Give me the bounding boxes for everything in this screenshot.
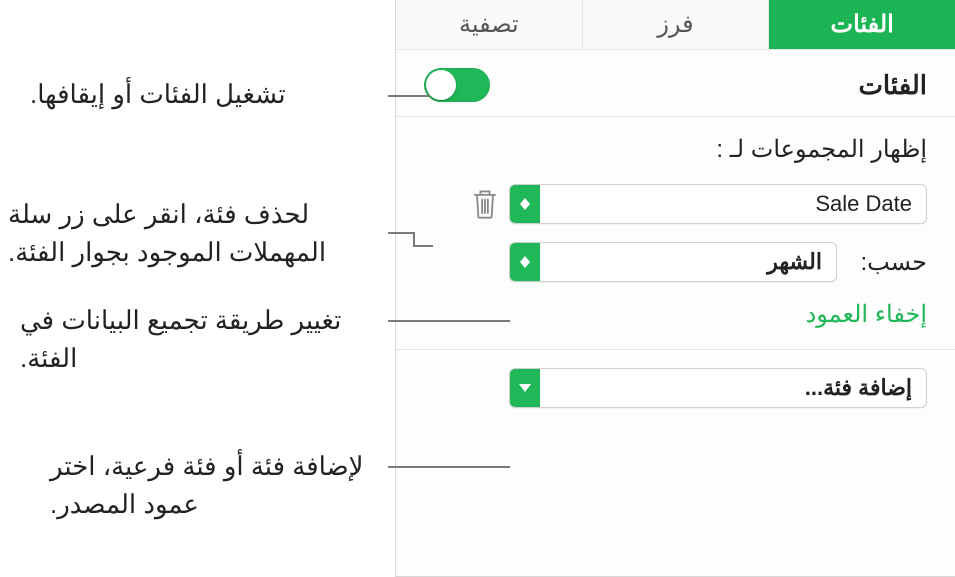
tab-sort[interactable]: فرز (582, 0, 769, 49)
leader-line (413, 232, 415, 245)
categories-header-section: الفئات (396, 50, 955, 117)
callout-add: لإضافة فئة أو فئة فرعية، اختر عمود المصد… (50, 448, 390, 523)
category-source-value: Sale Date (540, 191, 926, 217)
leader-line (388, 95, 430, 97)
add-category-section: إضافة فئة... (396, 350, 955, 422)
inspector-panel: الفئات فرز تصفية الفئات إظهار المجموعات … (395, 0, 955, 577)
callouts: تشغيل الفئات أو إيقافها. لحذف فئة، انقر … (0, 0, 395, 577)
category-source-popup[interactable]: Sale Date (509, 184, 927, 224)
add-category-popup[interactable]: إضافة فئة... (509, 368, 927, 408)
show-groups-label: إظهار المجموعات لـ : (424, 135, 927, 164)
add-category-label: إضافة فئة... (540, 375, 926, 401)
callout-grouping: تغيير طريقة تجميع البيانات في الفئة. (20, 302, 390, 377)
tab-categories[interactable]: الفئات (768, 0, 955, 49)
tab-filter[interactable]: تصفية (396, 0, 582, 49)
leader-line (388, 320, 510, 322)
group-by-value: الشهر (540, 249, 836, 275)
chevron-updown-icon (510, 185, 540, 223)
toggle-knob (426, 70, 456, 100)
callout-toggle: تشغيل الفئات أو إيقافها. (30, 76, 390, 114)
group-by-label: حسب: (847, 248, 927, 277)
group-by-popup[interactable]: الشهر (509, 242, 837, 282)
chevron-updown-icon (510, 243, 540, 281)
leader-line (413, 245, 433, 247)
section-title: الفئات (858, 70, 927, 101)
callout-trash: لحذف فئة، انقر على زر سلة المهملات الموج… (8, 196, 388, 271)
tab-bar: الفئات فرز تصفية (396, 0, 955, 50)
categories-toggle[interactable] (424, 68, 490, 102)
groups-section: إظهار المجموعات لـ : Sale Date حسب: الشه… (396, 117, 955, 350)
leader-line (388, 466, 510, 468)
chevron-down-icon (510, 369, 540, 407)
leader-line (388, 232, 413, 234)
hide-column-link[interactable]: إخفاء العمود (424, 300, 927, 329)
trash-icon[interactable] (471, 188, 499, 220)
